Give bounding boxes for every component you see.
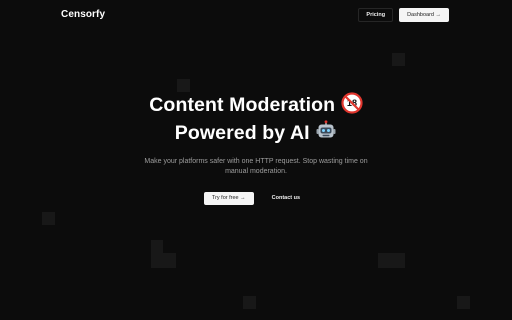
grid-cell <box>457 296 470 309</box>
grid-cell <box>163 253 176 268</box>
try-for-free-button[interactable]: Try for free → <box>203 192 254 205</box>
grid-cell <box>243 296 256 309</box>
dashboard-button[interactable]: Dashboard → <box>399 8 449 22</box>
grid-cell <box>151 240 163 268</box>
hero-subtitle: Make your platforms safer with one HTTP … <box>144 158 368 175</box>
contact-us-button[interactable]: Contact us <box>263 192 309 205</box>
hero-cta: Try for free → Contact us <box>0 192 512 205</box>
top-navbar: Censorfy Pricing Dashboard → <box>0 0 512 30</box>
headline-line-2: Powered by AI <box>174 122 310 144</box>
no-under-18-icon: 18 <box>341 92 363 120</box>
grid-cell <box>392 53 405 66</box>
hero-section: Content Moderation 18 Powered by AI <box>0 92 512 205</box>
pricing-button[interactable]: Pricing <box>358 8 394 22</box>
grid-cell <box>42 212 55 225</box>
hero-headline: Content Moderation 18 Powered by AI <box>0 92 512 148</box>
brand-logo[interactable]: Censorfy <box>61 9 105 20</box>
grid-cell <box>378 253 405 268</box>
nav-actions: Pricing Dashboard → <box>358 8 449 22</box>
robot-icon <box>315 120 337 148</box>
grid-cell <box>177 79 190 92</box>
headline-line-1: Content Moderation <box>149 94 336 116</box>
